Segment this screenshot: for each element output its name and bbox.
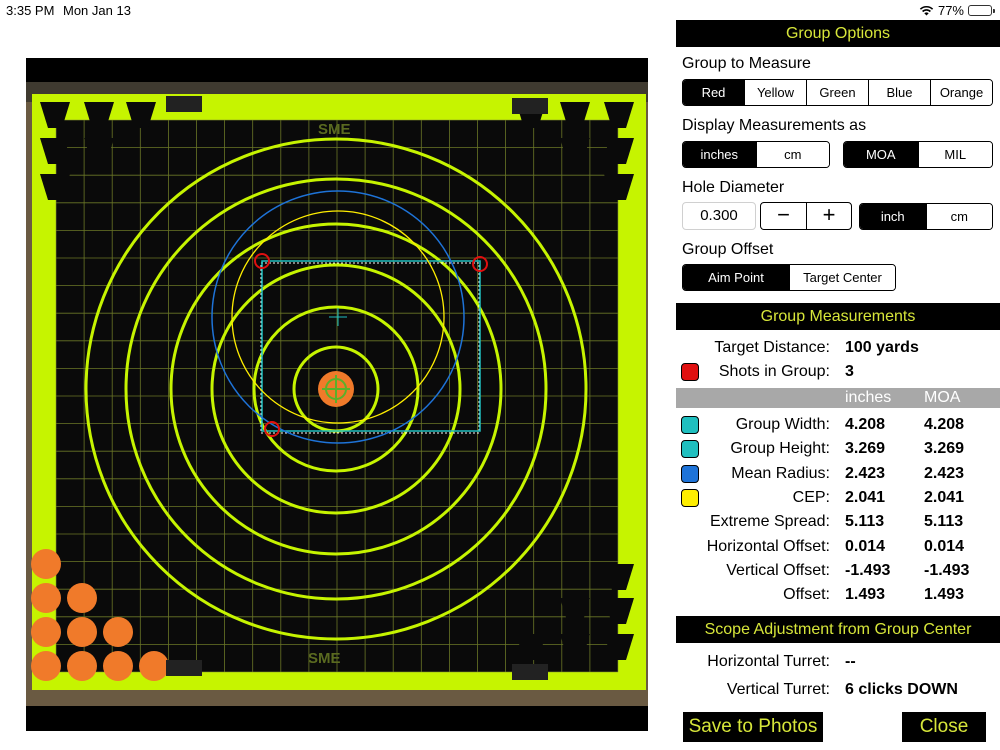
offset-selector: Aim Point Target Center	[682, 264, 896, 291]
options-panel: Group Options Group to Measure Red Yello…	[676, 20, 1000, 750]
measurement-row: CEP: 2.041 2.041	[676, 486, 1000, 510]
group-option-yellow[interactable]: Yellow	[744, 80, 806, 105]
measurement-inches: 2.423	[845, 464, 886, 482]
group-option-blue[interactable]: Blue	[868, 80, 930, 105]
increment-button[interactable]: +	[806, 203, 851, 229]
measurement-row: Mean Radius: 2.423 2.423	[676, 462, 1000, 486]
red-group-swatch	[681, 363, 699, 381]
status-date: Mon Jan 13	[63, 3, 131, 18]
hole-unit-option-cm[interactable]: cm	[925, 204, 992, 229]
save-to-photos-button[interactable]: Save to Photos	[683, 712, 823, 742]
measurement-row: Group Height: 3.269 3.269	[676, 437, 1000, 461]
offset-option-target-center[interactable]: Target Center	[789, 265, 895, 290]
measurement-label: Offset:	[783, 586, 830, 604]
group-to-measure-label: Group to Measure	[682, 55, 811, 72]
hole-diameter-stepper: − +	[760, 202, 852, 230]
group-offset-label: Group Offset	[682, 241, 774, 258]
group-measurements-header: Group Measurements	[676, 303, 1000, 330]
decrement-button[interactable]: −	[761, 203, 806, 229]
measurement-label: CEP:	[792, 488, 830, 506]
shots-row: Shots in Group: 3	[676, 360, 1000, 384]
hole-units-selector: inch cm	[859, 203, 993, 230]
unit-option-inches[interactable]: inches	[683, 142, 756, 167]
measurement-label: Vertical Offset:	[726, 561, 830, 579]
measurement-inches: -1.493	[845, 561, 891, 579]
measurement-inches: 1.493	[845, 586, 886, 604]
hole-diameter-label: Hole Diameter	[682, 179, 785, 196]
overlay-color-swatch	[681, 464, 699, 483]
status-right: 77%	[919, 3, 995, 18]
group-options-header: Group Options	[676, 20, 1000, 47]
target-distance-value: 100 yards	[845, 339, 919, 356]
measurement-label: Extreme Spread:	[709, 513, 830, 531]
horizontal-turret-value: --	[845, 653, 856, 670]
measurement-row: Horizontal Offset: 0.014 0.014	[676, 535, 1000, 559]
measurement-moa: 3.269	[924, 440, 965, 458]
horizontal-turret-label: Horizontal Turret:	[707, 653, 830, 670]
shots-label: Shots in Group:	[718, 363, 830, 380]
column-inches: inches	[845, 389, 892, 406]
vertical-turret-label: Vertical Turret:	[726, 681, 830, 698]
column-moa: MOA	[924, 389, 961, 406]
horizontal-turret-row: Horizontal Turret: --	[676, 650, 1000, 674]
measurement-moa: 4.208	[924, 416, 965, 433]
brand-logo-bottom: SME	[308, 650, 341, 667]
vertical-turret-row: Vertical Turret: 6 clicks DOWN	[676, 678, 1000, 702]
display-measurements-label: Display Measurements as	[682, 117, 867, 134]
offset-option-aim-point[interactable]: Aim Point	[683, 265, 789, 290]
measurement-row: Offset: 1.493 1.493	[676, 583, 1000, 607]
group-option-green[interactable]: Green	[806, 80, 868, 105]
target-photo[interactable]: SME SME	[26, 58, 648, 731]
group-option-orange[interactable]: Orange	[930, 80, 992, 105]
measurement-moa: 2.041	[924, 488, 965, 506]
hole-diameter-input[interactable]: 0.300	[682, 202, 756, 230]
measurement-label: Group Height:	[730, 440, 830, 458]
measurement-row: Vertical Offset: -1.493 -1.493	[676, 559, 1000, 583]
measurement-moa: 1.493	[924, 586, 965, 604]
measurement-inches: 4.208	[845, 416, 886, 433]
measurement-moa: 0.014	[924, 537, 965, 555]
vertical-turret-value: 6 clicks DOWN	[845, 681, 958, 698]
group-selector: Red Yellow Green Blue Orange	[682, 79, 993, 106]
wifi-icon	[919, 5, 934, 16]
battery-percent: 77%	[937, 3, 964, 18]
unit-option-cm[interactable]: cm	[755, 142, 829, 167]
column-header: inches MOA	[676, 388, 1000, 408]
angular-option-moa[interactable]: MOA	[844, 142, 918, 167]
units-selector: inches cm	[682, 141, 830, 168]
target-distance-label: Target Distance:	[714, 339, 830, 356]
overlay-color-swatch	[681, 488, 699, 507]
overlay-color-swatch	[681, 416, 699, 434]
brand-logo-top: SME	[318, 121, 351, 138]
measurement-label: Mean Radius:	[731, 464, 830, 482]
hole-unit-option-inch[interactable]: inch	[860, 204, 926, 229]
measurement-inches: 5.113	[845, 513, 885, 531]
status-time: 3:35 PM	[6, 3, 55, 18]
target-distance-row: Target Distance: 100 yards	[676, 336, 1000, 360]
measurement-label: Horizontal Offset:	[706, 537, 830, 555]
measurement-moa: -1.493	[924, 561, 970, 579]
shots-value: 3	[845, 363, 854, 380]
battery-icon	[968, 5, 995, 16]
measurement-moa: 2.423	[924, 464, 965, 482]
measurement-inches: 2.041	[845, 488, 886, 506]
scope-adjustment-header: Scope Adjustment from Group Center	[676, 616, 1000, 643]
close-button[interactable]: Close	[902, 712, 986, 742]
measurement-row: Group Width: 4.208 4.208	[676, 413, 1000, 437]
measurement-inches: 0.014	[845, 537, 886, 555]
measurement-inches: 3.269	[845, 440, 886, 458]
measurement-label: Group Width:	[735, 416, 830, 433]
angular-selector: MOA MIL	[843, 141, 993, 168]
overlay-color-swatch	[681, 440, 699, 459]
status-bar: 3:35 PM Mon Jan 13 77%	[0, 0, 1000, 22]
measurement-row: Extreme Spread: 5.113 5.113	[676, 510, 1000, 534]
target-image[interactable]: SME SME	[26, 58, 648, 731]
angular-option-mil[interactable]: MIL	[917, 142, 992, 167]
group-option-red[interactable]: Red	[683, 80, 744, 105]
measurement-moa: 5.113	[924, 513, 964, 531]
